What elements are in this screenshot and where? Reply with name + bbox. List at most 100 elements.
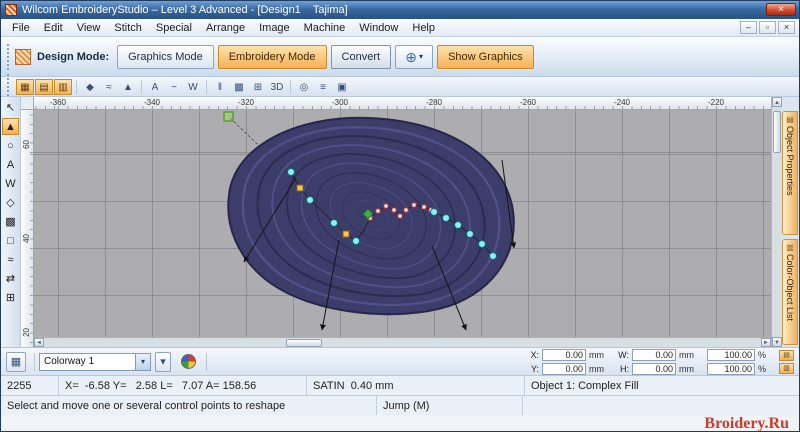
show-graphics-button[interactable]: Show Graphics: [437, 44, 534, 69]
scroll-up-icon[interactable]: ▲: [772, 97, 782, 107]
mirror-merge-tool[interactable]: ⇄: [2, 270, 19, 287]
target-view-icon[interactable]: ◎: [295, 79, 313, 95]
colorway-toolbar: ▦ Colorway 1 ▾ ▾ X: mm W: mm % Y:: [1, 347, 799, 375]
hint-bar-spacer: [523, 396, 799, 415]
convert-button[interactable]: Convert: [330, 44, 392, 69]
embroidery-mode-button[interactable]: Embroidery Mode: [217, 44, 327, 69]
y-label: Y:: [530, 363, 539, 374]
width-unit: mm: [679, 349, 694, 360]
scroll-down-icon[interactable]: ▼: [772, 337, 782, 347]
lettering-icon[interactable]: A: [146, 79, 164, 95]
scale-y-field[interactable]: [707, 362, 755, 375]
chevron-down-icon: ▾: [418, 52, 423, 61]
grid-view-icon[interactable]: ⊞: [249, 79, 267, 95]
scale-y-unit: %: [758, 363, 767, 374]
stitch-type-info: SATIN 0.40 mm: [307, 376, 525, 395]
x-label: X:: [530, 349, 539, 360]
menu-arrange[interactable]: Arrange: [199, 21, 252, 35]
graphics-mode-button[interactable]: Graphics Mode: [117, 44, 214, 69]
outline-tool[interactable]: □: [2, 232, 19, 249]
mdi-close-button[interactable]: ×: [778, 21, 795, 34]
stitch-count: 2255: [1, 376, 59, 395]
column-stitch-icon[interactable]: ‖: [211, 79, 229, 95]
menu-view[interactable]: View: [70, 21, 108, 35]
hoop-globe-button[interactable]: ⊕ ▾: [395, 44, 434, 69]
motif-fill-icon[interactable]: ▥: [54, 78, 72, 95]
horizontal-ruler: -360 -340 -320 -300 -280 -260 -240 -220: [34, 97, 771, 110]
select-tool[interactable]: ↖: [2, 99, 19, 116]
menu-help[interactable]: Help: [405, 21, 442, 35]
selection-handle[interactable]: [223, 111, 234, 122]
ruler-label: -340: [143, 98, 161, 107]
title-bar[interactable]: Wilcom EmbroideryStudio – Level 3 Advanc…: [1, 1, 799, 19]
reshape-tool[interactable]: ▲: [2, 118, 19, 135]
shapes-tool[interactable]: ◇: [2, 194, 19, 211]
scale-x-unit: %: [758, 349, 767, 360]
width-field[interactable]: [632, 348, 676, 361]
pattern-stamp-icon[interactable]: ▩: [230, 79, 248, 95]
status-bar: 2255 X= -6.58 Y= 2.58 L= 7.07 A= 158.56 …: [1, 375, 799, 395]
3d-view-icon[interactable]: 3D: [268, 79, 286, 95]
zoom-tool[interactable]: ○: [2, 137, 19, 154]
scroll-left-icon[interactable]: ◄: [34, 338, 44, 347]
lettering-tool[interactable]: A: [2, 156, 19, 173]
menu-image[interactable]: Image: [252, 21, 297, 35]
menu-special[interactable]: Special: [149, 21, 199, 35]
toolbar-separator: [141, 79, 142, 94]
ruler-label: -240: [613, 98, 631, 107]
menu-window[interactable]: Window: [352, 21, 405, 35]
tool-palette: ↖ ▲ ○ A W ◇ ▩ □ ≈ ⇄ ⊞: [1, 97, 21, 347]
menu-stitch[interactable]: Stitch: [107, 21, 149, 35]
menu-machine[interactable]: Machine: [297, 21, 353, 35]
menu-file[interactable]: File: [5, 21, 37, 35]
run-tool[interactable]: ≈: [2, 251, 19, 268]
contour-fill-icon[interactable]: ◆: [81, 79, 99, 95]
tab-label: Object Properties: [785, 126, 795, 196]
menu-edit[interactable]: Edit: [37, 21, 70, 35]
y-field[interactable]: [542, 362, 586, 375]
close-button[interactable]: ×: [766, 3, 796, 16]
hint-bar: Select and move one or several control p…: [1, 395, 799, 415]
colorway-menu-button[interactable]: ▾: [155, 351, 171, 372]
thread-colors-button[interactable]: ▦: [6, 351, 26, 372]
vertical-scroll-thumb[interactable]: [773, 111, 781, 153]
backstitch-icon[interactable]: ~: [165, 79, 183, 95]
mdi-minimize-button[interactable]: –: [740, 21, 757, 34]
run-stitch-icon[interactable]: ≈: [100, 79, 118, 95]
panel-toggle-bottom[interactable]: ▥: [779, 362, 794, 374]
satin-fill-icon[interactable]: ▤: [35, 78, 53, 95]
scroll-right-icon[interactable]: ►: [761, 338, 771, 347]
vertical-scrollbar[interactable]: ▲ ▼: [771, 97, 782, 347]
mdi-restore-button[interactable]: ▫: [759, 21, 776, 34]
mixing-palette-icon[interactable]: [181, 354, 196, 369]
scale-x-field[interactable]: [707, 348, 755, 361]
selected-object-info: Object 1: Complex Fill: [531, 379, 639, 392]
colorway-selected-value: Colorway 1: [44, 355, 95, 367]
height-label: H:: [620, 363, 629, 374]
height-field[interactable]: [632, 362, 676, 375]
triple-run-icon[interactable]: ▲: [119, 79, 137, 95]
complex-fill-tool[interactable]: ▩: [2, 213, 19, 230]
chevron-down-icon[interactable]: ▾: [135, 353, 150, 370]
toolbar-grip: [7, 43, 10, 70]
toolbar-separator: [76, 79, 77, 94]
tab-color-object-list[interactable]: ▥ Color-Object List: [782, 239, 798, 345]
panel-toggle-top[interactable]: ▤: [779, 349, 794, 361]
list-view-icon[interactable]: ≡: [314, 79, 332, 95]
tatami-fill-icon[interactable]: ▦: [16, 78, 34, 95]
app-window: Wilcom EmbroideryStudio – Level 3 Advanc…: [0, 0, 800, 432]
horizontal-scroll-thumb[interactable]: [286, 339, 322, 347]
toolbar-separator: [34, 352, 35, 371]
workspace: ↖ ▲ ○ A W ◇ ▩ □ ≈ ⇄ ⊞ -360 -340 -320 -30…: [1, 97, 799, 347]
toolbar-separator: [206, 79, 207, 94]
design-canvas[interactable]: ◄ ►: [34, 110, 771, 347]
design-view-icon[interactable]: ▣: [333, 79, 351, 95]
monogram-tool[interactable]: W: [2, 175, 19, 192]
colorway-select[interactable]: Colorway 1 ▾: [39, 352, 151, 371]
grid-tool[interactable]: ⊞: [2, 289, 19, 306]
ruler-corner: [21, 97, 34, 110]
monogram-icon[interactable]: W: [184, 79, 202, 95]
x-field[interactable]: [542, 348, 586, 361]
tab-object-properties[interactable]: ▤ Object Properties: [782, 111, 798, 235]
horizontal-scrollbar[interactable]: ◄ ►: [34, 337, 771, 347]
